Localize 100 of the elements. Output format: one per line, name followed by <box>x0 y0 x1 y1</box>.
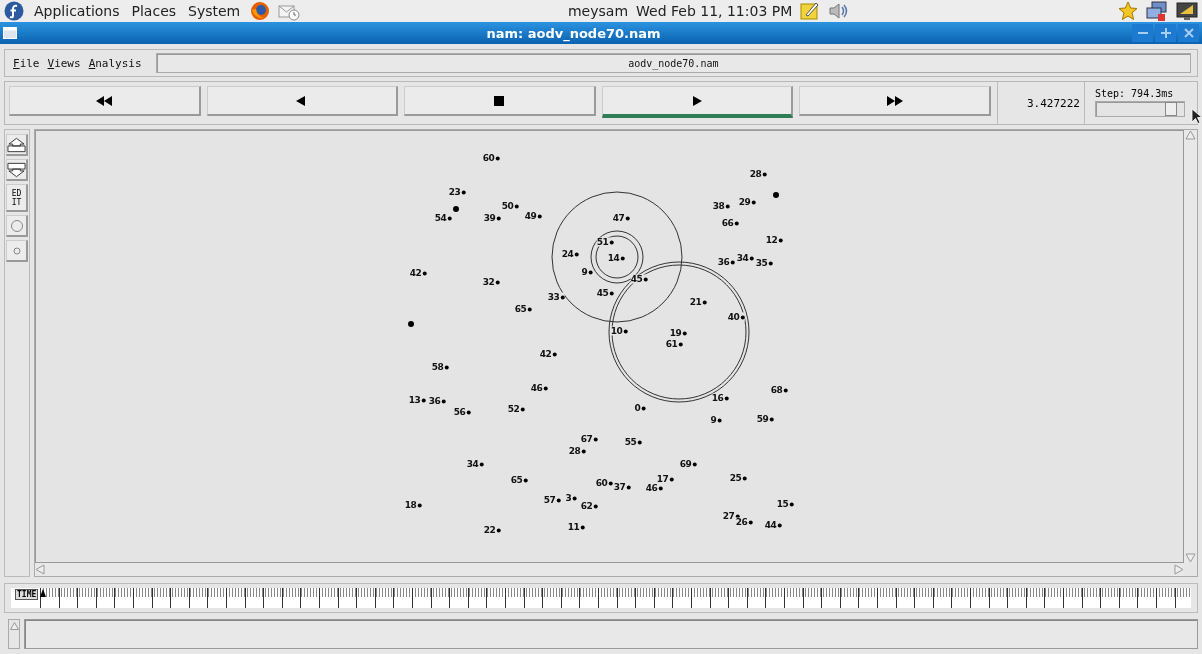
node-label[interactable]: 45 <box>630 274 648 284</box>
node-label[interactable]: 23 <box>448 187 466 197</box>
scroll-up-icon[interactable] <box>1185 130 1196 140</box>
node-label[interactable]: 34 <box>736 253 754 263</box>
menu-item[interactable]: Views <box>47 56 81 70</box>
large-node-button[interactable] <box>6 215 28 237</box>
node-label[interactable]: 36 <box>428 396 446 406</box>
annotation-text-area[interactable] <box>24 619 1198 649</box>
node-label[interactable]: 32 <box>482 277 500 287</box>
clock[interactable]: Wed Feb 11, 11:03 PM <box>636 3 793 19</box>
node-label[interactable]: 25 <box>729 473 747 483</box>
user-name[interactable]: meysam <box>568 3 629 19</box>
node-label[interactable]: 57 <box>543 495 561 505</box>
node-label[interactable]: 46 <box>530 383 548 393</box>
node-label[interactable]: 0 <box>634 403 646 413</box>
node-label[interactable]: 46 <box>645 483 663 493</box>
node-label[interactable]: 26 <box>735 517 753 527</box>
node-label[interactable]: 60 <box>482 153 500 163</box>
node-label[interactable]: 24 <box>561 249 579 259</box>
node-dot[interactable] <box>453 206 459 212</box>
node-dot[interactable] <box>408 321 414 327</box>
node-label[interactable]: 65 <box>514 304 532 314</box>
stop-button[interactable] <box>404 86 596 116</box>
node-label[interactable]: 28 <box>749 169 767 179</box>
panel-menu[interactable]: Applications <box>32 3 122 19</box>
node-label[interactable]: 11 <box>567 522 585 532</box>
node-label[interactable]: 61 <box>665 339 683 349</box>
time-slider-thumb[interactable] <box>40 589 47 597</box>
menu-item[interactable]: Analysis <box>88 56 142 70</box>
node-label[interactable]: 49 <box>524 211 542 221</box>
node-label[interactable]: 69 <box>679 459 697 469</box>
firefox-icon[interactable] <box>250 1 271 21</box>
scroll-left-icon[interactable] <box>35 564 45 575</box>
node-label[interactable]: 62 <box>580 501 598 511</box>
node-dot[interactable] <box>773 192 779 198</box>
menu-item[interactable]: File <box>13 56 40 70</box>
node-label[interactable]: 17 <box>656 474 674 484</box>
zoom-out-button[interactable] <box>6 159 28 181</box>
fast-forward-button[interactable] <box>799 86 991 116</box>
node-label[interactable]: 47 <box>612 213 630 223</box>
node-label[interactable]: 39 <box>483 213 501 223</box>
node-label[interactable]: 67 <box>580 434 598 444</box>
node-label[interactable]: 33 <box>547 292 565 302</box>
node-label[interactable]: 14 <box>607 253 625 263</box>
scroll-right-icon[interactable] <box>1174 564 1184 575</box>
node-label[interactable]: 35 <box>755 258 773 268</box>
node-label[interactable]: 59 <box>756 414 774 424</box>
node-label[interactable]: 66 <box>721 218 739 228</box>
panel-menu[interactable]: System <box>186 3 243 19</box>
node-label[interactable]: 65 <box>510 475 528 485</box>
node-label[interactable]: 3 <box>565 493 577 503</box>
node-label[interactable]: 55 <box>624 437 642 447</box>
node-label[interactable]: 12 <box>765 235 783 245</box>
fedora-logo-icon[interactable] <box>4 1 24 21</box>
play-backward-button[interactable] <box>206 86 399 116</box>
node-label[interactable]: 54 <box>434 213 452 223</box>
node-label[interactable]: 50 <box>501 201 519 211</box>
node-label[interactable]: 29 <box>738 197 756 207</box>
node-label[interactable]: 28 <box>568 446 586 456</box>
network-canvas[interactable]: 60 28 23 50 38 29 54 39 49 47 66 51 12 24 14 36 34 35 42 9 32 45 33 45 65 21 40 10 19 61 42 58 46 68 13 36 16 56 52 0 9 59 67 28 55 34 69 65 60 37 46 17 25 18 57 3 62 15 27 22 11 26 44 <box>35 130 1184 563</box>
scroll-down-icon[interactable] <box>1185 553 1196 563</box>
play-button[interactable] <box>601 86 794 118</box>
star-icon[interactable] <box>1118 1 1138 21</box>
node-label[interactable]: 10 <box>610 326 628 336</box>
small-node-button[interactable] <box>6 240 28 262</box>
node-label[interactable]: 21 <box>689 297 707 307</box>
minimize-button[interactable] <box>1132 24 1153 42</box>
node-label[interactable]: 68 <box>770 385 788 395</box>
node-label[interactable]: 9 <box>581 267 593 277</box>
node-label[interactable]: 51 <box>596 237 614 247</box>
node-label[interactable]: 38 <box>712 201 730 211</box>
node-label[interactable]: 36 <box>717 257 735 267</box>
node-label[interactable]: 34 <box>466 459 484 469</box>
node-label[interactable]: 52 <box>507 404 525 414</box>
node-label[interactable]: 16 <box>711 393 729 403</box>
node-label[interactable]: 45 <box>596 288 614 298</box>
node-label[interactable]: 19 <box>669 328 687 338</box>
notes-icon[interactable] <box>800 1 821 21</box>
monitor-icon[interactable] <box>1176 1 1198 21</box>
edit-button[interactable]: ED IT <box>6 184 28 212</box>
node-label[interactable]: 40 <box>727 312 745 322</box>
node-label[interactable]: 18 <box>404 500 422 510</box>
step-slider[interactable] <box>1094 101 1185 117</box>
node-label[interactable]: 9 <box>710 415 722 425</box>
node-label[interactable]: 42 <box>539 349 557 359</box>
node-label[interactable]: 13 <box>408 395 426 405</box>
node-label[interactable]: 42 <box>409 268 427 278</box>
scroll-up-icon[interactable] <box>9 622 19 630</box>
node-label[interactable]: 15 <box>776 499 794 509</box>
rewind-button[interactable] <box>9 86 201 116</box>
zoom-in-button[interactable] <box>6 134 28 156</box>
node-label[interactable]: 60 <box>595 478 613 488</box>
node-label[interactable]: 56 <box>453 407 471 417</box>
slider-thumb[interactable] <box>1164 102 1177 116</box>
node-label[interactable]: 58 <box>431 362 449 372</box>
panel-menu[interactable]: Places <box>129 3 179 19</box>
node-label[interactable]: 37 <box>613 482 631 492</box>
node-label[interactable]: 22 <box>483 525 501 535</box>
node-label[interactable]: 44 <box>764 520 782 530</box>
network-icon[interactable] <box>1146 1 1168 21</box>
